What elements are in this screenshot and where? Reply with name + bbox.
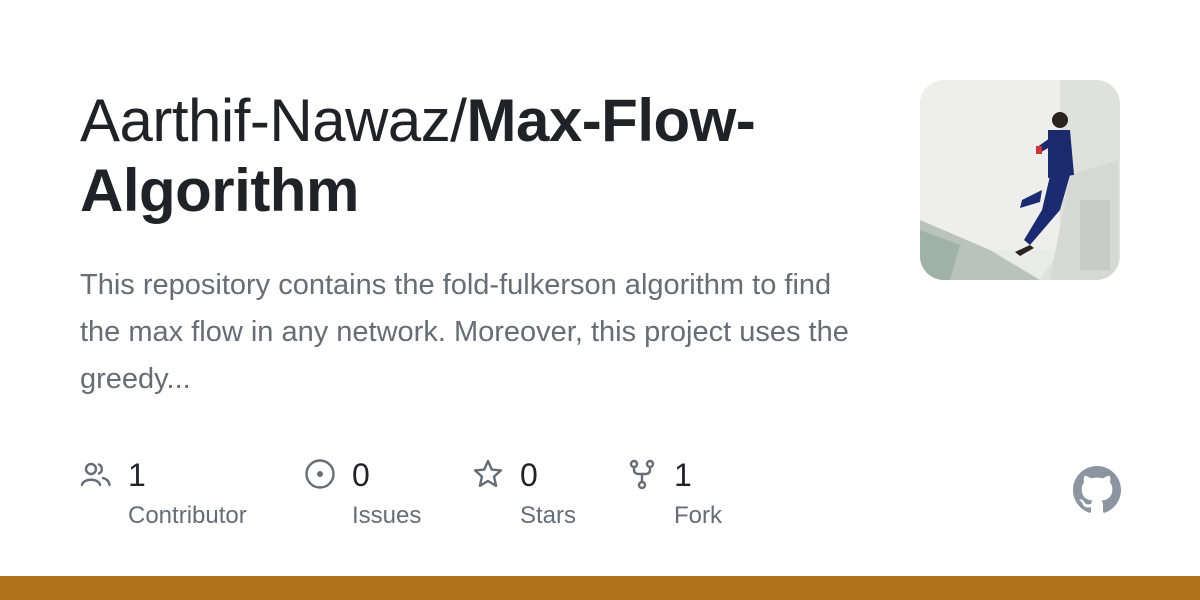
repo-title: Aarthif-Nawaz/Max-Flow-Algorithm [80, 86, 880, 226]
issue-icon [305, 459, 335, 489]
star-icon [473, 459, 503, 487]
contributors-count: 1 [128, 457, 146, 493]
owner-avatar [920, 80, 1120, 280]
issues-label: Issues [352, 502, 422, 529]
github-logo-icon [1073, 466, 1121, 513]
fork-icon [629, 459, 655, 490]
language-bar [0, 576, 1200, 600]
issues-count: 0 [352, 457, 370, 493]
forks-count: 1 [674, 457, 692, 493]
stars-count: 0 [520, 457, 538, 493]
repo-owner: Aarthif-Nawaz/ [80, 87, 467, 154]
forks-label: Fork [674, 502, 722, 529]
contributors-label: Contributor [128, 502, 247, 529]
repo-description: This repository contains the fold-fulker… [80, 269, 849, 395]
stars-label: Stars [520, 502, 577, 529]
people-icon [80, 462, 111, 487]
